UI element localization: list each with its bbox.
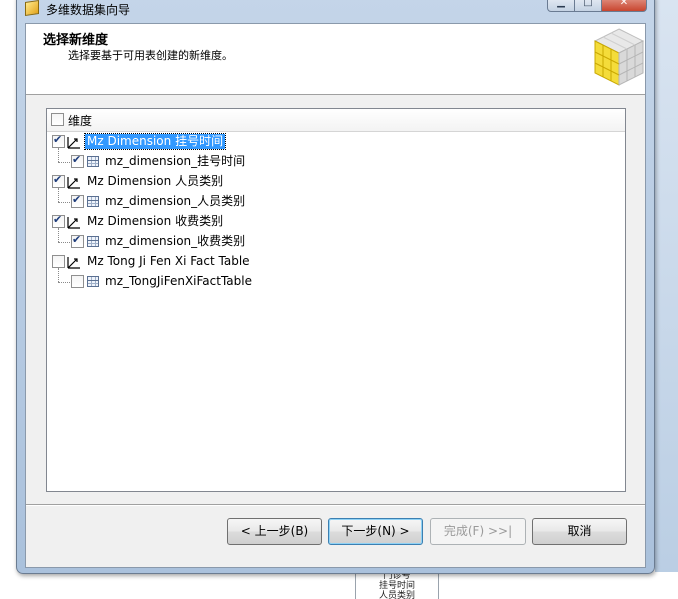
table-checkbox[interactable]: [71, 193, 84, 208]
dimension-label: Mz Dimension 挂号时间: [83, 133, 227, 150]
dimension-icon: [67, 257, 80, 269]
tree-row-table[interactable]: mz_TongJiFenXiFactTable: [47, 272, 625, 292]
next-button[interactable]: 下一步(N) >: [328, 518, 423, 545]
back-button[interactable]: < 上一步(B): [227, 518, 322, 545]
tree-row-dimension[interactable]: Mz Dimension 人员类别: [47, 172, 625, 192]
dimension-label: Mz Dimension 人员类别: [87, 174, 224, 188]
table-checkbox[interactable]: [71, 275, 84, 288]
table-icon: [87, 196, 99, 207]
desktop-background: [655, 0, 678, 599]
dimension-icon: [67, 177, 80, 189]
tree-row-dimension[interactable]: Mz Dimension 收费类别: [47, 212, 625, 232]
dimension-tree: Mz Dimension 挂号时间 mz_dimension_挂号时间 Mz Dim…: [47, 132, 625, 491]
table-label: mz_dimension_挂号时间: [105, 154, 246, 168]
table-icon: [87, 236, 99, 247]
finish-button[interactable]: 完成(F) >>|: [430, 518, 526, 545]
table-icon: [87, 156, 99, 167]
title-bar[interactable]: 多维数据集向导 ▁ □ ✕: [17, 0, 654, 25]
table-label: mz_TongJiFenXiFactTable: [105, 274, 252, 288]
wizard-header: 选择新维度 选择要基于可用表创建的新维度。: [26, 24, 645, 95]
table-checkbox[interactable]: [71, 233, 84, 248]
table-icon: [87, 276, 99, 287]
select-all-checkbox[interactable]: [51, 113, 64, 126]
table-label: mz_dimension_人员类别: [105, 194, 246, 208]
dimension-label: Mz Dimension 收费类别: [87, 214, 224, 228]
dimension-icon: [67, 137, 80, 149]
cancel-button[interactable]: 取消: [532, 518, 627, 545]
dimension-tree-panel: 维度 Mz Dimension 挂号时间mz_dimension_挂号时间Mz …: [46, 108, 626, 492]
dimension-icon: [67, 217, 80, 229]
cube-icon: [593, 28, 645, 86]
dimension-checkbox[interactable]: [52, 213, 65, 228]
dimension-checkbox[interactable]: [52, 133, 65, 148]
dimension-label: Mz Tong Ji Fen Xi Fact Table: [87, 254, 250, 268]
tree-row-dimension[interactable]: Mz Tong Ji Fen Xi Fact Table: [47, 252, 625, 272]
table-label: mz_dimension_收费类别: [105, 234, 246, 248]
wizard-window: 多维数据集向导 ▁ □ ✕ 选择新维度 选择要基于可用表创建的新维度。 维度 ✔…: [16, 0, 655, 574]
dimension-checkbox[interactable]: [52, 173, 65, 188]
desktop-background-bottom: [0, 572, 678, 599]
tree-row-dimension[interactable]: Mz Dimension 挂号时间: [47, 132, 625, 152]
tree-row-table[interactable]: mz_dimension_挂号时间: [47, 152, 625, 172]
cube-app-icon: [25, 0, 39, 16]
page-subtitle: 选择要基于可用表创建的新维度。: [68, 49, 233, 62]
column-header-label: 维度: [68, 114, 93, 128]
maximize-button[interactable]: □: [574, 0, 602, 12]
minimize-button[interactable]: ▁: [547, 0, 575, 12]
divider: [26, 504, 645, 506]
page-title: 选择新维度: [43, 33, 109, 48]
window-title: 多维数据集向导: [46, 3, 131, 17]
close-button[interactable]: ✕: [601, 0, 647, 12]
column-header: 维度: [47, 109, 625, 132]
background-doc-line: 挂号时间: [378, 581, 415, 591]
wizard-client-area: 选择新维度 选择要基于可用表创建的新维度。 维度 ✔ Mz Dimension …: [25, 23, 646, 568]
table-checkbox[interactable]: [71, 153, 84, 168]
tree-row-table[interactable]: mz_dimension_收费类别: [47, 232, 625, 252]
tree-row-table[interactable]: mz_dimension_人员类别: [47, 192, 625, 212]
background-doc-line: 人员类别: [378, 591, 415, 599]
dimension-checkbox[interactable]: [52, 255, 65, 268]
